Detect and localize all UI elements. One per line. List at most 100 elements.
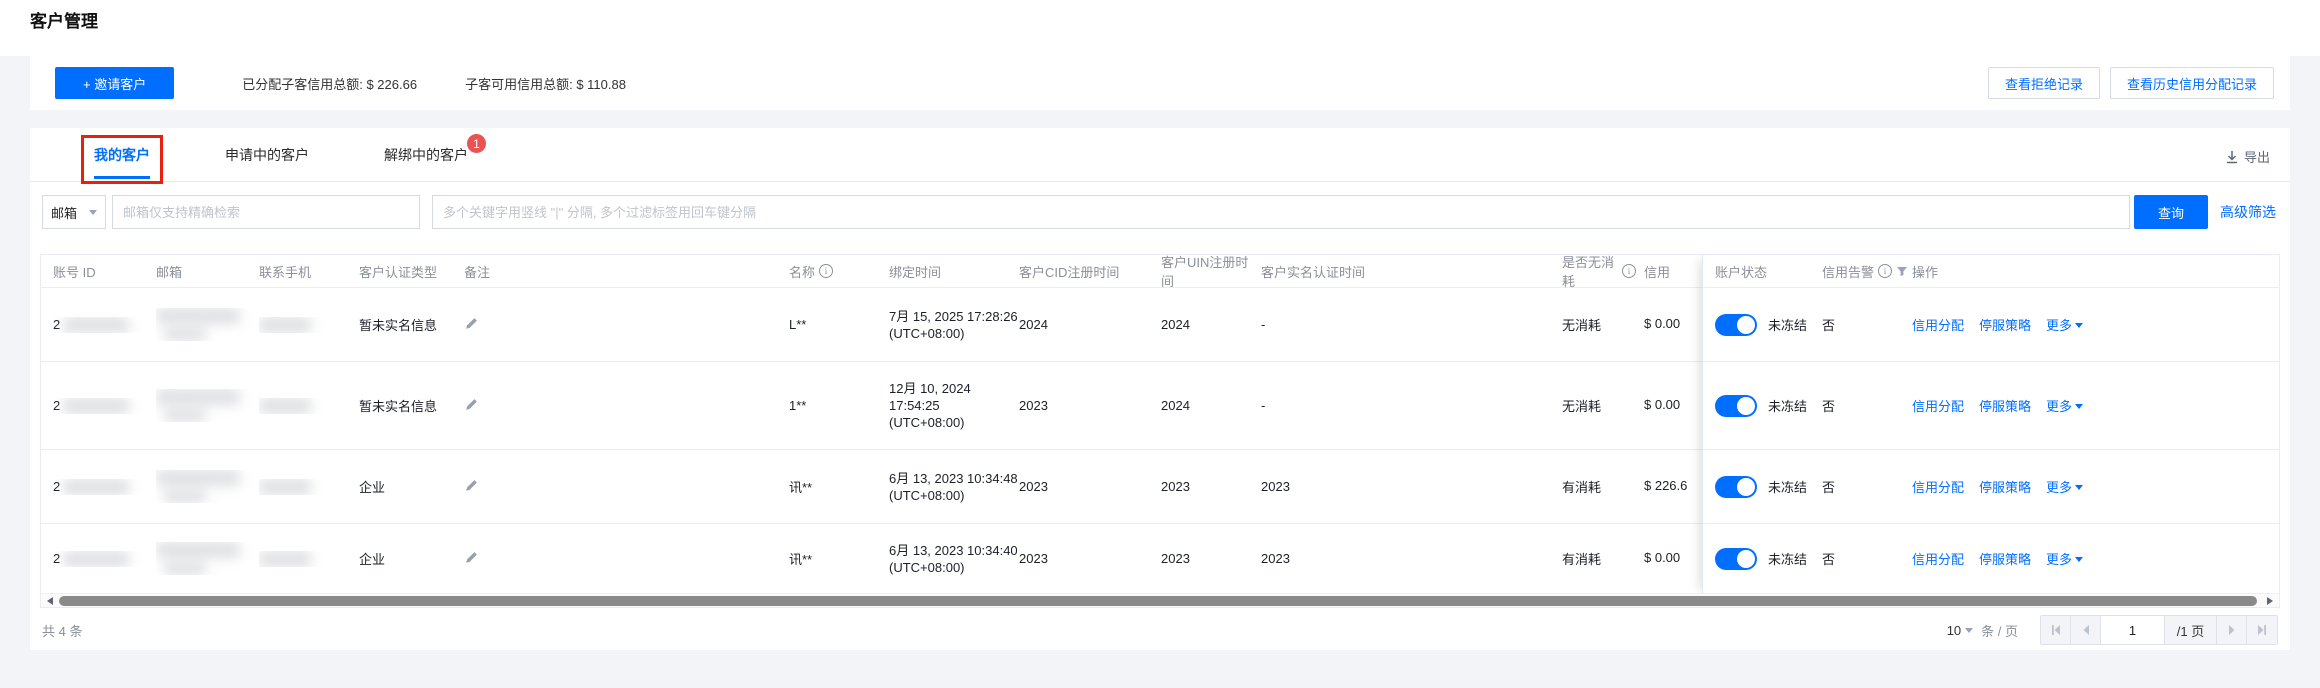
fixed-row: 未冻结 否 信用分配 停服策略 更多 [1703, 450, 2279, 524]
search-field-select[interactable]: 邮箱 [42, 195, 106, 229]
per-page-label: 条 / 页 [1981, 623, 2018, 639]
view-history-credit-records-button[interactable]: 查看历史信用分配记录 [2109, 67, 2274, 99]
cid-reg-cell: 2024 [1019, 317, 1048, 332]
credit-alert-cell: 否 [1822, 480, 1836, 495]
tab-applying-customers[interactable]: 申请中的客户 [225, 144, 309, 179]
redacted-account-id [63, 550, 130, 567]
credit-allocation-link[interactable]: 信用分配 [1912, 315, 1964, 334]
last-page-icon [2258, 625, 2266, 635]
account-status-cell: 未冻结 [1715, 313, 1822, 336]
top-bar: 客户管理 [0, 0, 2320, 38]
customer-table-card: 我的客户 申请中的客户 解绑中的客户 1 导出 邮箱 邮箱仅支持精确检索 多个关… [30, 128, 2290, 650]
credit-alert-cell: 否 [1822, 318, 1836, 333]
info-icon[interactable] [1622, 264, 1636, 278]
consumption-cell: 无消耗 [1562, 399, 1602, 414]
scrollbar-track[interactable] [55, 594, 2265, 608]
total-pages-label: /1 页 [2165, 616, 2217, 644]
account-id-prefix: 2 [53, 317, 61, 332]
page-body: + 邀请客户 已分配子客信用总额: $ 226.66 子客可用信用总额: $ 1… [0, 56, 2320, 688]
col-no-consumption: 是否无消耗 [1562, 252, 1644, 290]
col-remark: 备注 [464, 264, 491, 280]
more-dropdown[interactable]: 更多 [2046, 549, 2084, 568]
stop-service-policy-link[interactable]: 停服策略 [1979, 477, 2031, 496]
account-id-cell: 2 [53, 550, 156, 567]
tab-my-customers[interactable]: 我的客户 [81, 135, 163, 184]
stop-service-policy-link[interactable]: 停服策略 [1979, 396, 2031, 415]
credit-allocation-link[interactable]: 信用分配 [1912, 396, 1964, 415]
col-real-name-time: 客户实名认证时间 [1261, 264, 1366, 280]
available-credit-label: 子客可用信用总额: [465, 76, 573, 92]
search-field-value: 邮箱 [51, 205, 78, 221]
freeze-toggle[interactable] [1715, 313, 1757, 336]
scroll-right-arrow[interactable] [2265, 594, 2279, 608]
fixed-row: 未冻结 否 信用分配 停服策略 更多 [1703, 288, 2279, 362]
fixed-row: 未冻结 否 信用分配 停服策略 更多 [1703, 362, 2279, 450]
email-search-input[interactable] [112, 195, 420, 229]
tab-unbinding-customers[interactable]: 解绑中的客户 1 [384, 134, 486, 179]
status-label: 未冻结 [1768, 480, 1808, 495]
pagination-controls: 10 条 / 页 1 /1 页 [1947, 615, 2278, 645]
auth-type-cell: 企业 [359, 480, 386, 495]
prev-page-icon [2083, 625, 2089, 635]
more-dropdown[interactable]: 更多 [2046, 477, 2084, 496]
horizontal-scrollbar[interactable] [41, 593, 2279, 607]
edit-pencil-icon[interactable] [464, 478, 479, 493]
col-name: 名称 [789, 262, 889, 281]
last-page-button[interactable] [2247, 616, 2277, 644]
info-icon[interactable] [819, 264, 834, 278]
col-email: 邮箱 [156, 264, 183, 280]
search-button[interactable]: 查询 [2134, 195, 2208, 229]
email-cell [156, 308, 259, 341]
scrollbar-thumb[interactable] [59, 595, 2257, 606]
cid-reg-cell: 2023 [1019, 551, 1048, 566]
keyword-filter-input[interactable] [432, 195, 2130, 229]
next-page-button[interactable] [2217, 616, 2247, 644]
account-id-prefix: 2 [53, 551, 61, 566]
uin-reg-cell: 2024 [1161, 398, 1190, 413]
phone-cell [259, 478, 359, 495]
credit-allocation-link[interactable]: 信用分配 [1912, 549, 1964, 568]
edit-pencil-icon[interactable] [464, 550, 479, 565]
sort-icon[interactable] [945, 262, 953, 280]
stop-service-policy-link[interactable]: 停服策略 [1979, 549, 2031, 568]
credit-allocation-link[interactable]: 信用分配 [1912, 477, 1964, 496]
info-icon[interactable] [1878, 264, 1893, 278]
view-reject-records-button[interactable]: 查看拒绝记录 [1987, 67, 2100, 99]
more-dropdown[interactable]: 更多 [2046, 315, 2084, 334]
remark-cell [464, 478, 789, 496]
customer-table: 账号 ID 邮箱 联系手机 客户认证类型 备注 名称 绑定时间 客户CID注册时… [40, 254, 2280, 608]
fixed-row: 未冻结 否 信用分配 停服策略 更多 [1703, 524, 2279, 593]
edit-pencil-icon[interactable] [464, 316, 479, 331]
redacted-email [164, 562, 206, 575]
name-cell: L** [789, 317, 807, 332]
freeze-toggle[interactable] [1715, 394, 1757, 417]
bind-time-cell: 12月 10, 2024 17:54:25 (UTC+08:00) [889, 381, 971, 430]
chevron-down-icon [89, 210, 97, 219]
uin-reg-cell: 2023 [1161, 479, 1190, 494]
operation-cell: 信用分配 停服策略 更多 [1912, 549, 2279, 568]
email-cell [156, 542, 259, 575]
prev-page-button[interactable] [2071, 616, 2101, 644]
freeze-toggle[interactable] [1715, 547, 1757, 570]
advanced-filter-link[interactable]: 高级筛选 [2220, 202, 2276, 222]
uin-reg-cell: 2024 [1161, 317, 1190, 332]
redacted-email [164, 409, 206, 422]
edit-pencil-icon[interactable] [464, 397, 479, 412]
redacted-account-id [63, 316, 130, 333]
invite-customer-button[interactable]: + 邀请客户 [55, 67, 175, 99]
remark-cell [464, 550, 789, 568]
current-page-input[interactable]: 1 [2101, 616, 2165, 644]
phone-cell [259, 316, 359, 333]
more-dropdown[interactable]: 更多 [2046, 396, 2084, 415]
page-size-select[interactable]: 10 [1947, 623, 1974, 638]
more-label: 更多 [2046, 318, 2073, 333]
stop-service-policy-link[interactable]: 停服策略 [1979, 315, 2031, 334]
scroll-left-arrow[interactable] [41, 594, 55, 608]
export-button[interactable]: 导出 [2225, 144, 2270, 166]
first-page-button[interactable] [2041, 616, 2071, 644]
redacted-phone [259, 550, 311, 567]
filter-funnel-icon[interactable] [1896, 265, 1908, 277]
redacted-phone [259, 478, 311, 495]
col-no-consumption-label: 是否无消耗 [1562, 255, 1615, 289]
freeze-toggle[interactable] [1715, 475, 1757, 498]
